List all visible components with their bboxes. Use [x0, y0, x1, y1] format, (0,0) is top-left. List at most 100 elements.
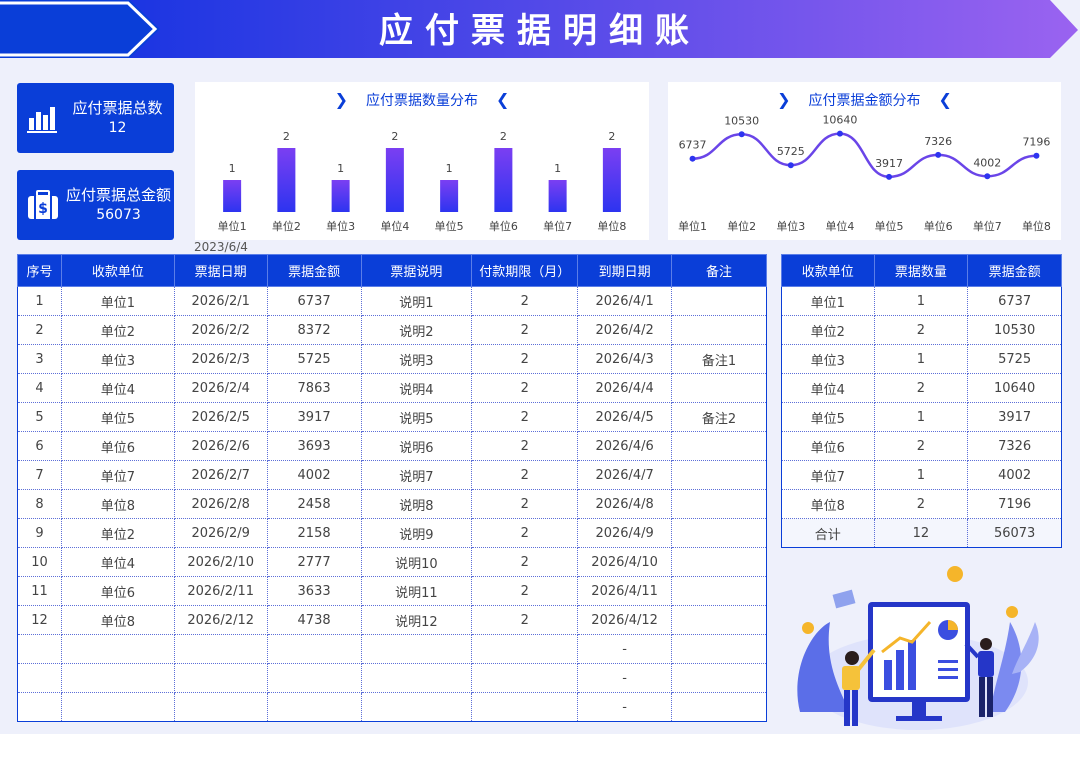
- detail-column-header[interactable]: 到期日期: [577, 254, 673, 287]
- summary-table-row[interactable]: 单位3 1 5725: [781, 344, 1062, 374]
- detail-table-cell[interactable]: 6: [17, 431, 62, 461]
- detail-table-cell[interactable]: 单位3: [60, 344, 175, 374]
- summary-table-cell[interactable]: 单位6: [781, 431, 875, 461]
- detail-table-cell[interactable]: 说明7: [360, 460, 473, 490]
- summary-table-cell[interactable]: 单位2: [781, 315, 875, 345]
- detail-table-cell[interactable]: [671, 431, 767, 461]
- detail-table-cell[interactable]: 说明10: [360, 547, 473, 577]
- detail-table-cell[interactable]: [17, 692, 62, 722]
- detail-table-cell[interactable]: 1: [17, 286, 62, 316]
- summary-total-table-cell[interactable]: 12: [873, 518, 969, 548]
- detail-table-row[interactable]: 4 单位4 2026/2/4 7863 说明4 2 2026/4/4: [17, 373, 767, 403]
- summary-table-cell[interactable]: 7196: [967, 489, 1062, 519]
- detail-table-cell[interactable]: 2026/4/4: [577, 373, 673, 403]
- summary-table-cell[interactable]: 单位1: [781, 286, 875, 316]
- detail-table-cell[interactable]: 2026/2/12: [173, 605, 268, 635]
- detail-table-row[interactable]: 6 单位6 2026/2/6 3693 说明6 2 2026/4/6: [17, 431, 767, 461]
- summary-table-cell[interactable]: 10530: [967, 315, 1062, 345]
- detail-table-cell[interactable]: [471, 692, 579, 722]
- detail-table-row[interactable]: 11 单位6 2026/2/11 3633 说明11 2 2026/4/11: [17, 576, 767, 606]
- detail-table-cell[interactable]: [60, 663, 175, 693]
- detail-table-cell[interactable]: 2: [471, 344, 579, 374]
- summary-total-table-row[interactable]: 合计 12 56073: [781, 518, 1062, 548]
- detail-table-row[interactable]: 12 单位8 2026/2/12 4738 说明12 2 2026/4/12: [17, 605, 767, 635]
- detail-table-cell[interactable]: 2: [471, 460, 579, 490]
- detail-table-cell[interactable]: 7: [17, 460, 62, 490]
- detail-table-cell[interactable]: 2026/4/10: [577, 547, 673, 577]
- summary-table-cell[interactable]: 1: [873, 344, 969, 374]
- detail-table-cell[interactable]: 说明4: [360, 373, 473, 403]
- detail-table-cell[interactable]: -: [577, 634, 673, 664]
- detail-table-cell[interactable]: 3633: [266, 576, 362, 606]
- detail-table-cell[interactable]: 2: [471, 489, 579, 519]
- summary-column-header[interactable]: 票据金额: [967, 254, 1062, 287]
- detail-table-cell[interactable]: 2: [471, 373, 579, 403]
- detail-table-cell[interactable]: 单位8: [60, 605, 175, 635]
- summary-table-row[interactable]: 单位5 1 3917: [781, 402, 1062, 432]
- detail-table-cell[interactable]: 说明12: [360, 605, 473, 635]
- detail-table-cell[interactable]: 5: [17, 402, 62, 432]
- detail-table-cell[interactable]: 说明5: [360, 402, 473, 432]
- summary-table-cell[interactable]: 1: [873, 286, 969, 316]
- summary-table-cell[interactable]: 4002: [967, 460, 1062, 490]
- detail-table-cell[interactable]: [360, 663, 473, 693]
- summary-table-cell[interactable]: 3917: [967, 402, 1062, 432]
- detail-table-cell[interactable]: 4002: [266, 460, 362, 490]
- summary-table-cell[interactable]: 单位3: [781, 344, 875, 374]
- detail-table-row[interactable]: 8 单位8 2026/2/8 2458 说明8 2 2026/4/8: [17, 489, 767, 519]
- detail-table-cell[interactable]: [671, 460, 767, 490]
- detail-table-cell[interactable]: 单位6: [60, 431, 175, 461]
- detail-table-cell[interactable]: [671, 605, 767, 635]
- detail-table-cell[interactable]: 10: [17, 547, 62, 577]
- summary-table-row[interactable]: 单位7 1 4002: [781, 460, 1062, 490]
- detail-table-cell[interactable]: 单位1: [60, 286, 175, 316]
- summary-total-table-cell[interactable]: 56073: [967, 518, 1062, 548]
- detail-table-cell[interactable]: 2: [471, 576, 579, 606]
- detail-table-cell[interactable]: 4738: [266, 605, 362, 635]
- detail-table-row[interactable]: -: [17, 663, 767, 693]
- detail-table-cell[interactable]: -: [577, 692, 673, 722]
- detail-table-cell[interactable]: 说明1: [360, 286, 473, 316]
- detail-table-cell[interactable]: [173, 663, 268, 693]
- detail-table-cell[interactable]: [60, 692, 175, 722]
- detail-table-row[interactable]: 1 单位1 2026/2/1 6737 说明1 2 2026/4/1: [17, 286, 767, 316]
- detail-table-cell[interactable]: 2026/2/8: [173, 489, 268, 519]
- summary-table-cell[interactable]: 单位8: [781, 489, 875, 519]
- detail-table-cell[interactable]: -: [577, 663, 673, 693]
- detail-table-cell[interactable]: [17, 663, 62, 693]
- detail-table-cell[interactable]: [471, 663, 579, 693]
- detail-table-cell[interactable]: 2026/2/5: [173, 402, 268, 432]
- detail-table-cell[interactable]: 单位2: [60, 315, 175, 345]
- detail-table-cell[interactable]: 2026/4/2: [577, 315, 673, 345]
- detail-table-cell[interactable]: 2026/2/11: [173, 576, 268, 606]
- detail-table-cell[interactable]: 单位4: [60, 547, 175, 577]
- detail-table-cell[interactable]: [671, 634, 767, 664]
- detail-table-row[interactable]: 5 单位5 2026/2/5 3917 说明5 2 2026/4/5 备注2: [17, 402, 767, 432]
- summary-table-cell[interactable]: 单位4: [781, 373, 875, 403]
- detail-table-cell[interactable]: 2026/2/9: [173, 518, 268, 548]
- detail-table-cell[interactable]: 单位4: [60, 373, 175, 403]
- detail-table-cell[interactable]: 7863: [266, 373, 362, 403]
- detail-table-cell[interactable]: [671, 518, 767, 548]
- detail-table-cell[interactable]: 2026/4/7: [577, 460, 673, 490]
- detail-table-cell[interactable]: 单位6: [60, 576, 175, 606]
- detail-table-cell[interactable]: 单位7: [60, 460, 175, 490]
- detail-table-cell[interactable]: 说明11: [360, 576, 473, 606]
- summary-table-cell[interactable]: 7326: [967, 431, 1062, 461]
- detail-column-header[interactable]: 备注: [671, 254, 767, 287]
- summary-total-table-cell[interactable]: 合计: [781, 518, 875, 548]
- detail-table-cell[interactable]: 2026/4/3: [577, 344, 673, 374]
- detail-table-cell[interactable]: 2: [471, 431, 579, 461]
- detail-table-row[interactable]: 3 单位3 2026/2/3 5725 说明3 2 2026/4/3 备注1: [17, 344, 767, 374]
- detail-table-cell[interactable]: 2026/4/11: [577, 576, 673, 606]
- summary-table-cell[interactable]: 2: [873, 431, 969, 461]
- summary-table-cell[interactable]: 单位5: [781, 402, 875, 432]
- summary-table-cell[interactable]: 1: [873, 402, 969, 432]
- detail-table-cell[interactable]: 5725: [266, 344, 362, 374]
- detail-table-cell[interactable]: 6737: [266, 286, 362, 316]
- summary-table-cell[interactable]: 5725: [967, 344, 1062, 374]
- detail-table-cell[interactable]: 2026/4/1: [577, 286, 673, 316]
- detail-table-cell[interactable]: [60, 634, 175, 664]
- detail-table-cell[interactable]: [360, 634, 473, 664]
- detail-table-cell[interactable]: 2: [471, 605, 579, 635]
